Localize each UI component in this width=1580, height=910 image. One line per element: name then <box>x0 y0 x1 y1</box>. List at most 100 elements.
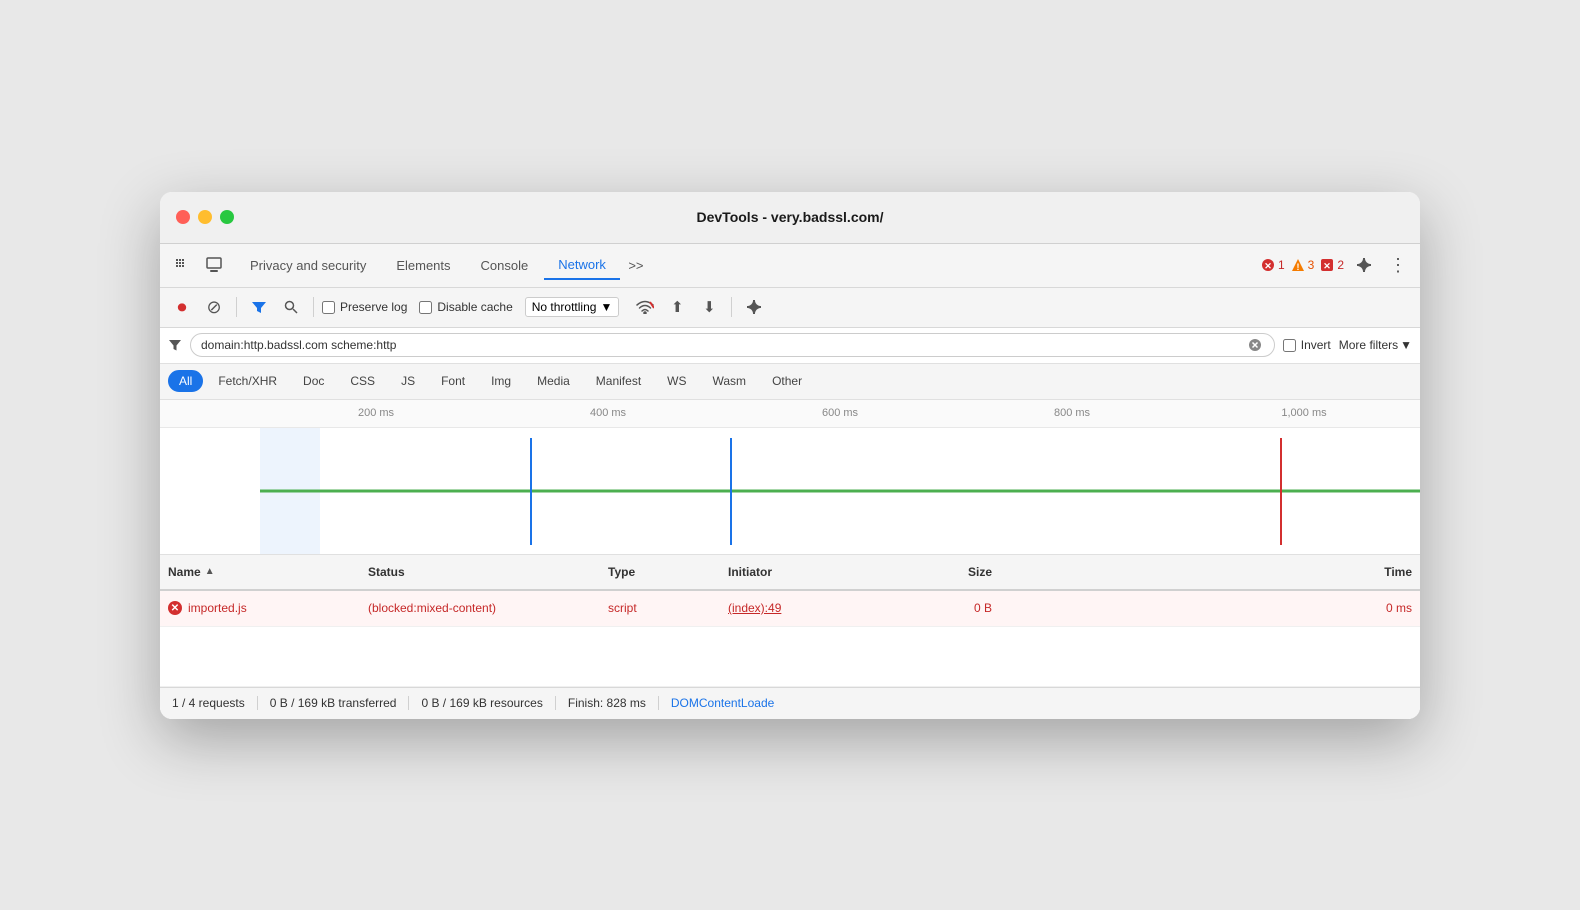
devtools-icons <box>168 251 236 279</box>
record-button[interactable]: ⏺ <box>168 293 196 321</box>
timeline-marker-blue-2 <box>730 438 732 545</box>
timeline-marker-red <box>1280 438 1282 545</box>
toolbar-settings-icon[interactable] <box>740 293 768 321</box>
filter-type-img[interactable]: Img <box>480 370 522 392</box>
timeline-chart <box>160 428 1420 555</box>
invert-label[interactable]: Invert <box>1283 338 1331 352</box>
ruler-mark-1000: 1,000 ms <box>1188 407 1420 419</box>
filter-type-wasm[interactable]: Wasm <box>702 370 758 392</box>
filter-type-font[interactable]: Font <box>430 370 476 392</box>
filter-type-media[interactable]: Media <box>526 370 581 392</box>
col-header-status[interactable]: Status <box>360 565 600 579</box>
row-name: ✕ imported.js <box>160 601 360 615</box>
wifi-icon[interactable] <box>631 293 659 321</box>
timeline-marker-blue-1 <box>530 438 532 545</box>
status-bar: 1 / 4 requests 0 B / 169 kB transferred … <box>160 687 1420 719</box>
clear-button[interactable]: ⊘ <box>200 293 228 321</box>
filter-type-doc[interactable]: Doc <box>292 370 335 392</box>
tab-bar-right: ✕ 1 ! 3 ✕ 2 ⋮ <box>1253 251 1412 279</box>
col-header-initiator[interactable]: Initiator <box>720 565 900 579</box>
search-icon[interactable] <box>277 293 305 321</box>
devtools-settings-icon[interactable] <box>1350 251 1378 279</box>
status-resources: 0 B / 169 kB resources <box>409 696 555 710</box>
inspector-icon[interactable] <box>200 251 228 279</box>
filter-type-ws[interactable]: WS <box>656 370 697 392</box>
timeline-ruler: 200 ms 400 ms 600 ms 800 ms 1,000 ms <box>160 400 1420 428</box>
table-row[interactable]: ✕ imported.js (blocked:mixed-content) sc… <box>160 591 1420 627</box>
filter-type-manifest[interactable]: Manifest <box>585 370 652 392</box>
error-badge: ✕ 1 <box>1261 258 1285 272</box>
devtools-window: DevTools - very.badssl.com/ <box>160 192 1420 719</box>
status-finish: Finish: 828 ms <box>556 696 659 710</box>
table-empty-area <box>160 627 1420 687</box>
preserve-log-label[interactable]: Preserve log <box>322 300 407 314</box>
filter-clear-icon[interactable] <box>1246 336 1264 354</box>
filter-type-css[interactable]: CSS <box>339 370 386 392</box>
row-filename: imported.js <box>188 601 247 615</box>
filter-type-js[interactable]: JS <box>390 370 426 392</box>
filter-type-other[interactable]: Other <box>761 370 813 392</box>
col-header-name[interactable]: Name ▲ <box>160 565 360 579</box>
filter-right: Invert More filters ▼ <box>1283 338 1412 352</box>
timeline-green-line <box>260 490 1420 493</box>
row-size: 0 B <box>900 601 1000 615</box>
row-status: (blocked:mixed-content) <box>360 601 600 615</box>
status-transferred: 0 B / 169 kB transferred <box>258 696 410 710</box>
row-type: script <box>600 601 720 615</box>
disable-cache-checkbox[interactable] <box>419 301 432 314</box>
preserve-log-checkbox[interactable] <box>322 301 335 314</box>
separator-1 <box>236 297 237 317</box>
ruler-mark-400: 400 ms <box>492 407 724 419</box>
tab-privacy-security[interactable]: Privacy and security <box>236 252 380 279</box>
maximize-button[interactable] <box>220 210 234 224</box>
disable-cache-label[interactable]: Disable cache <box>419 300 512 314</box>
ruler-mark-200: 200 ms <box>260 407 492 419</box>
minimize-button[interactable] <box>198 210 212 224</box>
tab-console[interactable]: Console <box>467 252 543 279</box>
status-requests: 1 / 4 requests <box>172 696 258 710</box>
cursor-icon[interactable] <box>168 251 196 279</box>
sort-arrow-name: ▲ <box>205 566 215 577</box>
status-domcontent: DOMContentLoade <box>659 696 786 710</box>
svg-text:✕: ✕ <box>1264 261 1272 271</box>
col-header-time[interactable]: Time <box>1000 565 1420 579</box>
throttle-select[interactable]: No throttling ▼ <box>525 297 620 317</box>
window-title: DevTools - very.badssl.com/ <box>697 209 884 225</box>
filter-type-fetch[interactable]: Fetch/XHR <box>207 370 288 392</box>
warning-badge: ! 3 <box>1291 258 1315 272</box>
row-initiator[interactable]: (index):49 <box>720 601 900 615</box>
titlebar: DevTools - very.badssl.com/ <box>160 192 1420 244</box>
row-time: 0 ms <box>1000 601 1420 615</box>
more-options-icon[interactable]: ⋮ <box>1384 251 1412 279</box>
tab-network[interactable]: Network <box>544 251 620 280</box>
download-icon[interactable]: ⬇ <box>695 293 723 321</box>
filter-icon[interactable] <box>245 293 273 321</box>
filter-bar: Invert More filters ▼ <box>160 328 1420 364</box>
close-button[interactable] <box>176 210 190 224</box>
svg-text:✕: ✕ <box>1324 261 1332 271</box>
ruler-mark-800: 800 ms <box>956 407 1188 419</box>
filter-type-bar: All Fetch/XHR Doc CSS JS Font Img Media … <box>160 364 1420 400</box>
network-toolbar: ⏺ ⊘ Preserve log Disable cac <box>160 288 1420 328</box>
filter-type-all[interactable]: All <box>168 370 203 392</box>
separator-3 <box>731 297 732 317</box>
col-header-type[interactable]: Type <box>600 565 720 579</box>
tab-elements[interactable]: Elements <box>382 252 464 279</box>
table-header: Name ▲ Status Type Initiator Size Time <box>160 555 1420 591</box>
svg-text:!: ! <box>1296 262 1299 272</box>
info-badge: ✕ 2 <box>1320 258 1344 272</box>
row-error-icon: ✕ <box>168 601 182 615</box>
more-filters-button[interactable]: More filters ▼ <box>1339 338 1412 352</box>
timeline-area[interactable]: 200 ms 400 ms 600 ms 800 ms 1,000 ms <box>160 400 1420 555</box>
col-header-size[interactable]: Size <box>900 565 1000 579</box>
separator-2 <box>313 297 314 317</box>
traffic-lights <box>176 210 234 224</box>
upload-icon[interactable]: ⬆ <box>663 293 691 321</box>
filter-input-wrap[interactable] <box>190 333 1275 357</box>
tab-bar: Privacy and security Elements Console Ne… <box>160 244 1420 288</box>
more-tabs-icon[interactable]: >> <box>622 251 650 279</box>
invert-checkbox[interactable] <box>1283 339 1296 352</box>
tab-items: Privacy and security Elements Console Ne… <box>236 251 1253 280</box>
filter-input[interactable] <box>201 338 1240 352</box>
ruler-mark-600: 600 ms <box>724 407 956 419</box>
